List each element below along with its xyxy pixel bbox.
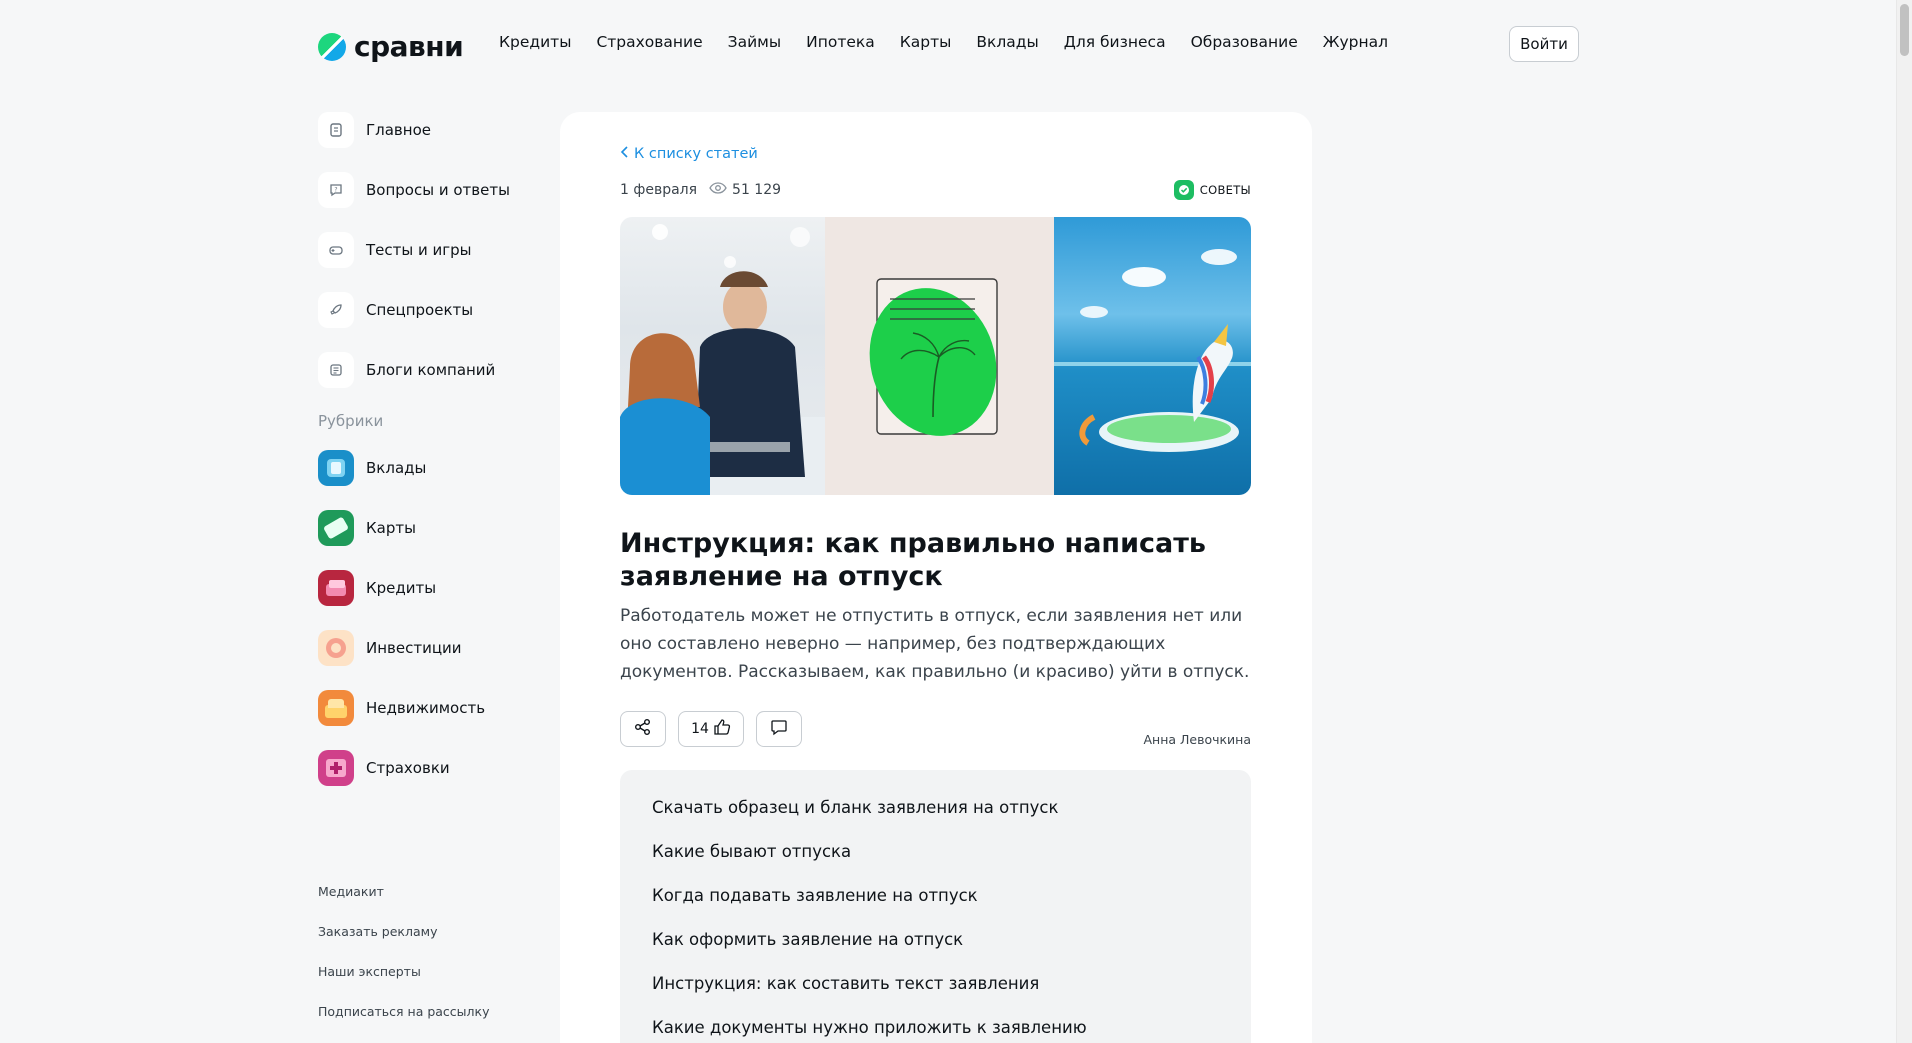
share-button[interactable]	[620, 711, 666, 747]
gamepad-icon	[318, 232, 354, 268]
sidebar-item-label: Главное	[366, 121, 431, 139]
footer-link-subscribe[interactable]: Подписаться на рассылку	[318, 1004, 489, 1043]
scrollbar-thumb[interactable]	[1900, 4, 1909, 56]
nav-item-education[interactable]: Образование	[1191, 33, 1298, 51]
credit-icon	[318, 570, 354, 606]
hero-photo-office	[620, 217, 825, 495]
comment-icon	[770, 718, 788, 740]
nav-item-deposits[interactable]: Вклады	[976, 33, 1038, 51]
rubric-label: Вклады	[366, 459, 427, 477]
logo-mark-icon	[318, 32, 346, 61]
toc-item[interactable]: Как оформить заявление на отпуск	[652, 930, 1219, 974]
investment-icon	[318, 630, 354, 666]
hero-image	[620, 217, 1251, 495]
sidebar-item-main[interactable]: Главное	[318, 112, 538, 148]
article-title: Инструкция: как правильно написать заявл…	[620, 528, 1206, 592]
check-icon	[1173, 180, 1194, 200]
toc-item[interactable]: Скачать образец и бланк заявления на отп…	[652, 798, 1219, 842]
insurance-icon	[318, 750, 354, 786]
article-lead: Работодатель может не отпустить в отпуск…	[620, 606, 1250, 682]
realty-icon	[318, 690, 354, 726]
sidebar-item-special[interactable]: Спецпроекты	[318, 292, 538, 328]
main-nav: Кредиты Страхование Займы Ипотека Карты …	[499, 33, 1388, 51]
badge-label: СОВЕТЫ	[1199, 183, 1251, 197]
nav-item-cards[interactable]: Карты	[900, 33, 952, 51]
eye-icon	[709, 182, 727, 198]
category-badge[interactable]: СОВЕТЫ	[1173, 180, 1251, 200]
question-icon: ?	[318, 172, 354, 208]
like-button[interactable]: 14	[678, 711, 744, 747]
nav-item-business[interactable]: Для бизнеса	[1064, 33, 1166, 51]
toc-item[interactable]: Инструкция: как составить текст заявлени…	[652, 974, 1219, 1018]
toc-item[interactable]: Какие документы нужно приложить к заявле…	[652, 1018, 1219, 1043]
rubrics-heading: Рубрики	[318, 412, 384, 430]
nav-item-journal[interactable]: Журнал	[1323, 33, 1388, 51]
logo-text: сравни	[354, 30, 464, 63]
login-button[interactable]: Войти	[1509, 26, 1579, 62]
sidebar-item-blogs[interactable]: Блоги компаний	[318, 352, 538, 388]
views-count: 51 129	[732, 182, 782, 198]
logo[interactable]: сравни	[318, 30, 464, 63]
scrollbar[interactable]	[1896, 0, 1912, 1043]
blog-icon	[318, 352, 354, 388]
views-counter: 51 129	[709, 182, 781, 198]
toc-item[interactable]: Какие бывают отпуска	[652, 842, 1219, 886]
sidebar-item-label: Спецпроекты	[366, 301, 474, 319]
article-card: К списку статей 1 февраля 51 129 СОВЕТЫ	[560, 112, 1312, 1043]
sidebar: Главное ? Вопросы и ответы Тесты и игры …	[318, 112, 538, 810]
nav-item-mortgage[interactable]: Ипотека	[806, 33, 875, 51]
chevron-left-icon	[620, 146, 630, 162]
article-author[interactable]: Анна Левочкина	[1143, 732, 1251, 747]
like-count: 14	[691, 721, 709, 737]
rubric-item-deposits[interactable]: Вклады	[318, 450, 538, 486]
nav-item-loans[interactable]: Займы	[728, 33, 781, 51]
sidebar-item-label: Тесты и игры	[366, 241, 472, 259]
sidebar-item-label: Блоги компаний	[366, 361, 496, 379]
document-icon	[318, 112, 354, 148]
back-link-label: К списку статей	[634, 146, 758, 162]
comments-button[interactable]	[756, 711, 802, 747]
article-actions: 14	[620, 711, 802, 747]
hero-illustration-document	[825, 217, 1054, 495]
card-icon	[318, 510, 354, 546]
svg-text:?: ?	[334, 187, 337, 194]
footer-link-experts[interactable]: Наши эксперты	[318, 964, 489, 1004]
rubric-item-realty[interactable]: Недвижимость	[318, 690, 538, 726]
thumbs-up-icon	[713, 718, 731, 740]
toc-item[interactable]: Когда подавать заявление на отпуск	[652, 886, 1219, 930]
share-icon	[634, 718, 652, 740]
rocket-icon	[318, 292, 354, 328]
sidebar-item-label: Вопросы и ответы	[366, 181, 510, 199]
back-to-articles-link[interactable]: К списку статей	[620, 146, 758, 162]
sidebar-item-tests[interactable]: Тесты и игры	[318, 232, 538, 268]
rubric-label: Кредиты	[366, 579, 437, 597]
rubric-label: Страховки	[366, 759, 450, 777]
rubric-item-investments[interactable]: Инвестиции	[318, 630, 538, 666]
nav-item-insurance[interactable]: Страхование	[596, 33, 702, 51]
site-header: сравни Кредиты Страхование Займы Ипотека…	[0, 0, 1896, 88]
footer-link-advertise[interactable]: Заказать рекламу	[318, 924, 489, 964]
hero-photo-sea	[1054, 217, 1251, 495]
rubric-item-insurance[interactable]: Страховки	[318, 750, 538, 786]
nav-item-credits[interactable]: Кредиты	[499, 33, 571, 51]
rubric-label: Карты	[366, 519, 416, 537]
sidebar-item-qa[interactable]: ? Вопросы и ответы	[318, 172, 538, 208]
table-of-contents: Скачать образец и бланк заявления на отп…	[620, 770, 1251, 1043]
deposit-icon	[318, 450, 354, 486]
article-date: 1 февраля	[620, 182, 698, 198]
footer-link-mediakit[interactable]: Медиакит	[318, 884, 489, 924]
rubric-item-cards[interactable]: Карты	[318, 510, 538, 546]
footer-links: Медиакит Заказать рекламу Наши эксперты …	[318, 884, 489, 1043]
article-meta: 1 февраля 51 129	[620, 182, 781, 198]
rubric-label: Недвижимость	[366, 699, 486, 717]
rubric-label: Инвестиции	[366, 639, 462, 657]
rubric-item-credits[interactable]: Кредиты	[318, 570, 538, 606]
